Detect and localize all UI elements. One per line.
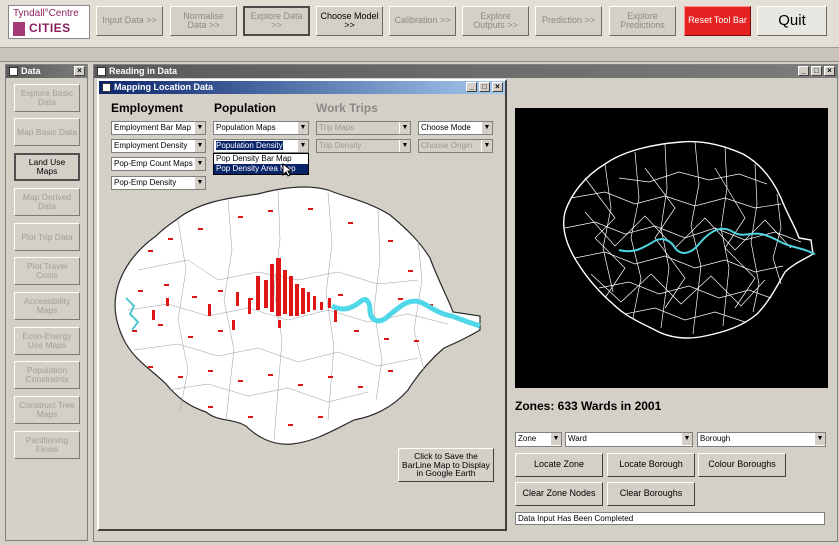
map-basic-data-button[interactable]: Map Basic Data	[14, 118, 80, 146]
mapping-dialog-titlebar: Mapping Location Data _ □ ×	[99, 81, 505, 94]
dropdown-arrow-icon[interactable]: ▼	[194, 158, 205, 170]
employment-density-select[interactable]: Employment Density ▼	[111, 139, 206, 153]
locate-zone-button[interactable]: Locate Zone	[515, 453, 603, 477]
accessibility-maps-button[interactable]: Accessibility Maps	[14, 292, 80, 320]
combo-value: Borough	[700, 434, 731, 443]
combo-value: Employment Density	[114, 141, 188, 150]
calibration-button[interactable]: Calibration >>	[389, 6, 456, 36]
dropdown-arrow-icon[interactable]: ▼	[297, 140, 308, 152]
toolbar-divider	[0, 48, 839, 62]
combo-value: Zone	[518, 434, 537, 443]
combo-value: Ward	[568, 434, 587, 443]
reading-window-titlebar: Reading in Data _ □ ×	[94, 65, 837, 78]
normalise-data-button[interactable]: Normalise Data >>	[170, 6, 237, 36]
trip-maps-select[interactable]: Trip Maps ▼	[316, 121, 411, 135]
choose-mode-select[interactable]: Choose Mode ▼	[418, 121, 493, 135]
tyndall-cities-logo: Tyndall°Centre CITIES	[8, 5, 90, 39]
combo-value: Choose Origin	[421, 141, 473, 150]
population-maps-select[interactable]: Population Maps ▼	[213, 121, 309, 135]
combo-value: Trip Maps	[319, 123, 355, 132]
maximize-icon[interactable]: □	[479, 82, 490, 92]
close-icon[interactable]: ×	[824, 66, 835, 76]
prediction-button[interactable]: Prediction >>	[535, 6, 602, 36]
reading-window-title: Reading in Data	[109, 66, 178, 76]
ward-boundary-map-canvas[interactable]	[515, 108, 828, 388]
minimize-icon[interactable]: _	[798, 66, 809, 76]
partitioning-flows-button[interactable]: Partitioning Flows	[14, 431, 80, 459]
mouse-cursor-icon	[282, 163, 292, 177]
window-icon	[102, 83, 111, 92]
data-panel-title: Data	[21, 66, 41, 76]
population-constraints-button[interactable]: Population Constraints	[14, 361, 80, 389]
window-icon	[9, 67, 18, 76]
dropdown-arrow-icon[interactable]: ▼	[481, 140, 492, 152]
combo-value: Employment Bar Map	[114, 123, 191, 132]
dropdown-arrow-icon[interactable]: ▼	[194, 122, 205, 134]
maximize-icon[interactable]: □	[811, 66, 822, 76]
locate-borough-button[interactable]: Locate Borough	[607, 453, 695, 477]
construct-tree-maps-button[interactable]: Construct Tree Maps	[14, 396, 80, 424]
pop-density-bar-map-option[interactable]: Pop Density Bar Map	[214, 154, 308, 164]
logo-line1: Tyndall°Centre	[13, 8, 79, 19]
map-derived-data-button[interactable]: Map Derived Data	[14, 188, 80, 216]
dropdown-arrow-icon[interactable]: ▼	[194, 140, 205, 152]
dropdown-arrow-icon[interactable]: ▼	[399, 140, 410, 152]
work-trips-heading: Work Trips	[316, 101, 378, 115]
input-data-button[interactable]: Input Data >>	[96, 6, 163, 36]
combo-value: Trip Density	[319, 141, 362, 150]
explore-outputs-button[interactable]: Explore Outputs >>	[462, 6, 529, 36]
reset-toolbar-button[interactable]: Reset Tool Bar	[684, 6, 751, 36]
explore-predictions-button[interactable]: Explore Predictions	[609, 6, 676, 36]
london-wards-map	[563, 140, 816, 339]
mapping-dialog-title: Mapping Location Data	[114, 82, 213, 92]
plot-travel-costs-button[interactable]: Plot Travel Costs	[14, 257, 80, 285]
status-textbox[interactable]: Data Input Has Been Completed	[515, 512, 825, 525]
colour-boroughs-button[interactable]: Colour Boroughs	[698, 453, 786, 477]
logo-mark-icon	[13, 22, 25, 36]
pop-density-area-map-option[interactable]: Pop Density Area Map	[214, 164, 308, 174]
zones-label: Zones: 633 Wards in 2001	[515, 399, 662, 413]
employment-heading: Employment	[111, 101, 184, 115]
combo-value: Population Maps	[216, 123, 276, 132]
minimize-icon[interactable]: _	[466, 82, 477, 92]
dropdown-arrow-icon[interactable]: ▼	[399, 122, 410, 134]
london-population-bar-map[interactable]	[108, 180, 498, 450]
combo-value: Pop-Emp Count Maps	[114, 159, 193, 168]
population-density-dropdown: Pop Density Bar Map Pop Density Area Map	[213, 153, 309, 175]
employment-bar-map-select[interactable]: Employment Bar Map ▼	[111, 121, 206, 135]
pop-emp-count-maps-select[interactable]: Pop-Emp Count Maps ▼	[111, 157, 206, 171]
dropdown-arrow-icon[interactable]: ▼	[550, 433, 561, 445]
borough-select[interactable]: Borough ▼	[697, 432, 826, 447]
explore-data-button[interactable]: Explore Data >>	[243, 6, 310, 36]
land-use-maps-button[interactable]: Land Use Maps	[14, 153, 80, 181]
ward-select[interactable]: Ward ▼	[565, 432, 693, 447]
close-icon[interactable]: ×	[74, 66, 85, 76]
main-toolbar: Tyndall°Centre CITIES Input Data >> Norm…	[0, 0, 839, 48]
window-icon	[97, 67, 106, 76]
population-heading: Population	[214, 101, 276, 115]
choose-model-button[interactable]: Choose Model >>	[316, 6, 383, 36]
trip-density-select[interactable]: Trip Density ▼	[316, 139, 411, 153]
close-icon[interactable]: ×	[492, 82, 503, 92]
clear-boroughs-button[interactable]: Clear Boroughs	[607, 482, 695, 506]
clear-zone-nodes-button[interactable]: Clear Zone Nodes	[515, 482, 603, 506]
logo-line2: CITIES	[29, 21, 71, 35]
zone-select[interactable]: Zone ▼	[515, 432, 562, 447]
dropdown-arrow-icon[interactable]: ▼	[481, 122, 492, 134]
dropdown-arrow-icon[interactable]: ▼	[814, 433, 825, 445]
combo-value: Population Density	[216, 141, 283, 150]
explore-basic-data-button[interactable]: Explore Basic Data	[14, 84, 80, 112]
combo-value: Choose Mode	[421, 123, 471, 132]
quit-button[interactable]: Quit	[757, 6, 827, 36]
dropdown-arrow-icon[interactable]: ▼	[681, 433, 692, 445]
dropdown-arrow-icon[interactable]: ▼	[297, 122, 308, 134]
plot-trip-data-button[interactable]: Plot Trip Data	[14, 223, 80, 251]
data-panel-titlebar: Data ×	[6, 65, 87, 78]
choose-origin-select[interactable]: Choose Origin ▼	[418, 139, 493, 153]
save-barline-map-button[interactable]: Click to Save the BarLine Map to Display…	[398, 448, 494, 482]
econ-energy-use-maps-button[interactable]: Econ-Energy Use Maps	[14, 327, 80, 355]
population-density-select[interactable]: Population Density ▼	[213, 139, 309, 153]
